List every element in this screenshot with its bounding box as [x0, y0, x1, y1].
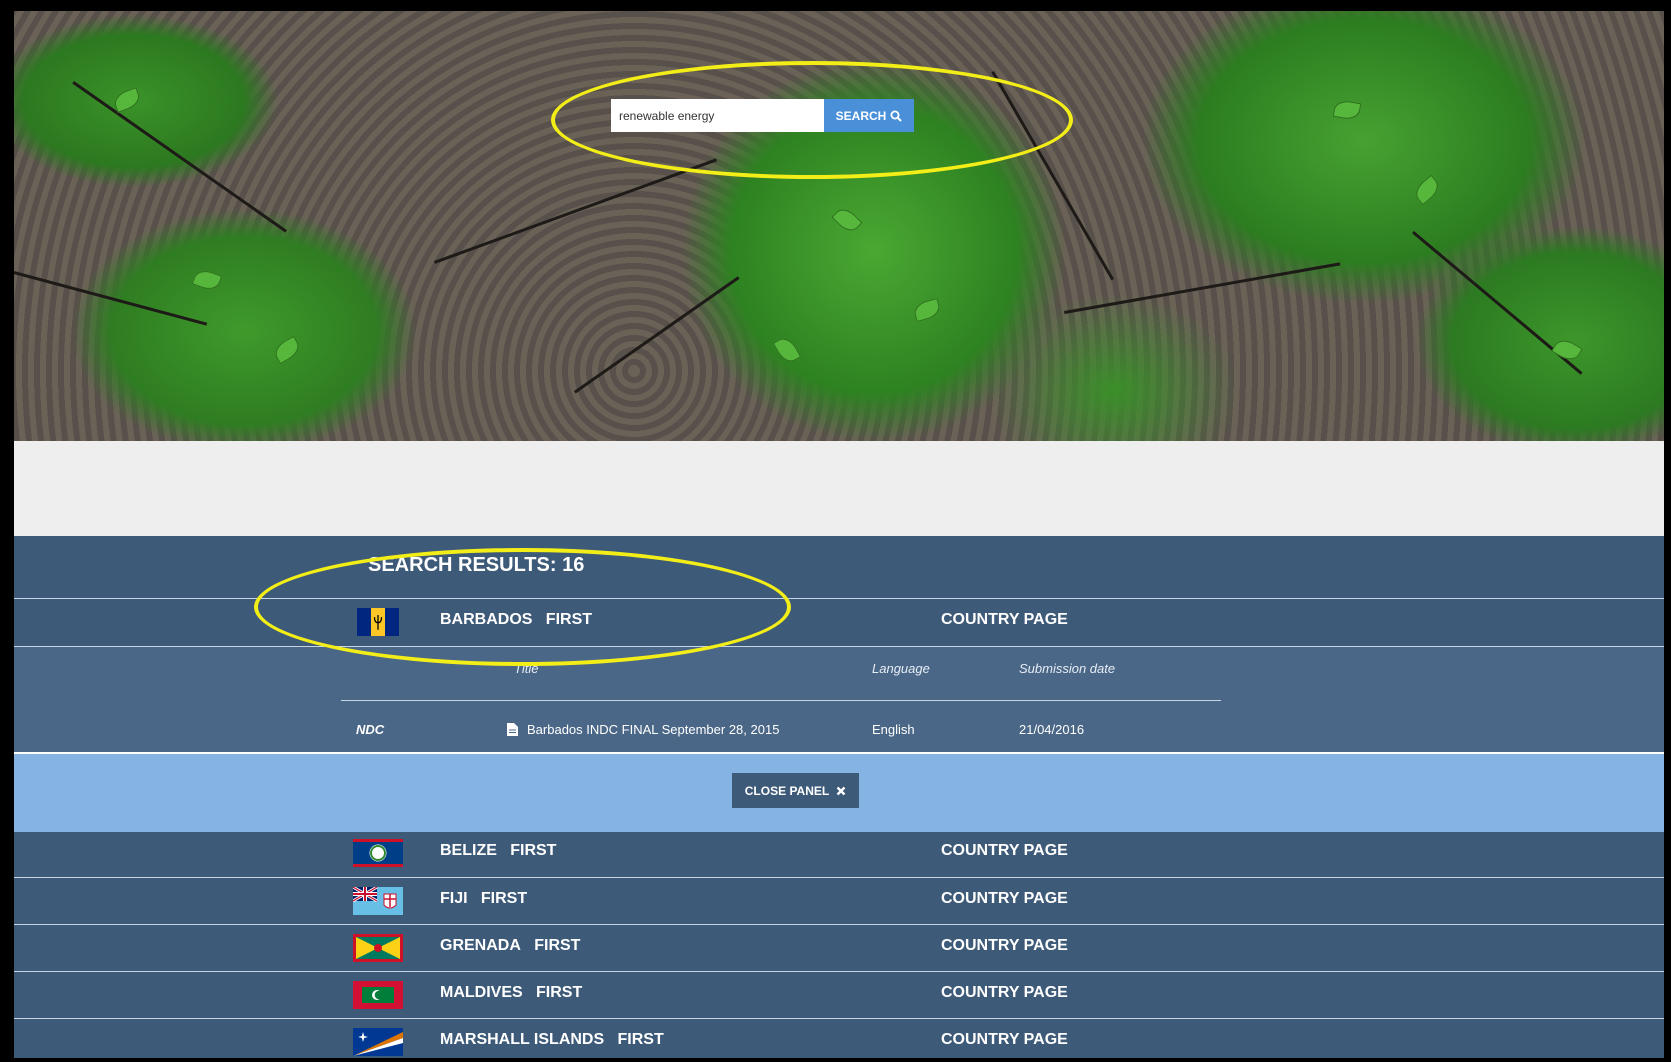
country-page-link[interactable]: COUNTRY PAGE	[941, 611, 1068, 629]
bark-crack	[14, 271, 208, 326]
result-row-barbados[interactable]: BARBADOS FIRST COUNTRY PAGE	[14, 598, 1664, 644]
leaf	[1332, 98, 1362, 122]
column-header-language: Language	[872, 661, 930, 676]
barbados-flag-icon	[357, 608, 399, 636]
result-row-grenada[interactable]: GRENADA FIRST COUNTRY PAGE	[14, 924, 1664, 970]
country-name[interactable]: GRENADA FIRST	[440, 937, 580, 955]
belize-flag-icon	[353, 839, 403, 867]
maldives-flag-icon	[353, 981, 403, 1009]
country-name[interactable]: BARBADOS FIRST	[440, 611, 592, 629]
result-row-belize[interactable]: BELIZE FIRST COUNTRY PAGE	[14, 830, 1664, 876]
divider	[341, 700, 1221, 701]
grenada-flag-icon	[353, 934, 403, 962]
country-name[interactable]: BELIZE FIRST	[440, 842, 556, 860]
result-row-fiji[interactable]: FIJI FIRST COUNTRY PAGE	[14, 877, 1664, 923]
bark-crack	[991, 71, 1114, 281]
column-header-title: Title	[514, 661, 539, 676]
document-language: English	[872, 722, 915, 737]
hero-banner: SEARCH	[14, 11, 1664, 441]
leaf	[111, 87, 143, 113]
leaf	[191, 267, 223, 293]
country-name[interactable]: MALDIVES FIRST	[440, 984, 582, 1002]
search-results-panel: SEARCH RESULTS: 16 BARBADOS FIRST COUNTR…	[14, 536, 1664, 1058]
results-count-title: SEARCH RESULTS: 16	[368, 554, 585, 576]
country-page-link[interactable]: COUNTRY PAGE	[941, 937, 1068, 955]
column-header-date: Submission date	[1019, 661, 1116, 676]
country-page-link[interactable]: COUNTRY PAGE	[941, 1031, 1068, 1049]
close-icon	[836, 786, 846, 795]
search-input[interactable]	[611, 99, 824, 132]
country-page-link[interactable]: COUNTRY PAGE	[941, 984, 1068, 1002]
leaf	[271, 335, 303, 365]
document-title: Barbados INDC FINAL September 28, 2015	[527, 722, 780, 737]
search-button-label: SEARCH	[835, 108, 887, 123]
leaf	[772, 334, 802, 366]
country-name[interactable]: MARSHALL ISLANDS FIRST	[440, 1031, 664, 1049]
bark-crack	[434, 158, 717, 264]
bark-crack	[72, 81, 287, 233]
page: SEARCH SEARCH RESULTS: 16 BARBADOS FIRST…	[14, 11, 1664, 1058]
leaf	[912, 297, 942, 323]
document-icon	[507, 723, 518, 736]
country-name[interactable]: FIJI FIRST	[440, 890, 527, 908]
marshall-islands-flag-icon	[353, 1028, 403, 1056]
search-button[interactable]: SEARCH	[824, 99, 914, 132]
close-panel-button[interactable]: CLOSE PANEL	[732, 773, 859, 808]
close-panel-bar: CLOSE PANEL	[14, 752, 1664, 832]
close-panel-label: CLOSE PANEL	[744, 783, 830, 798]
result-row-maldives[interactable]: MALDIVES FIRST COUNTRY PAGE	[14, 971, 1664, 1017]
document-date: 21/04/2016	[1019, 722, 1085, 737]
fiji-flag-icon	[353, 887, 403, 915]
result-row-marshall-islands[interactable]: MARSHALL ISLANDS FIRST COUNTRY PAGE	[14, 1018, 1664, 1058]
leaf	[831, 204, 863, 236]
country-page-link[interactable]: COUNTRY PAGE	[941, 842, 1068, 860]
document-link[interactable]: Barbados INDC FINAL September 28, 2015	[507, 722, 779, 737]
document-detail-panel: Title Language Submission date NDC Barba…	[14, 646, 1664, 752]
country-page-link[interactable]: COUNTRY PAGE	[941, 890, 1068, 908]
leaf	[1411, 174, 1443, 206]
search-bar: SEARCH	[611, 99, 914, 132]
bark-crack	[574, 276, 740, 394]
search-icon	[890, 110, 903, 122]
document-type: NDC	[356, 722, 385, 737]
